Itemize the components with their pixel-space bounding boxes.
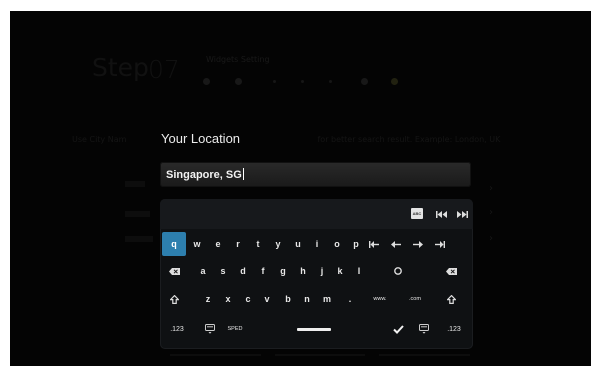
step-progress [195, 76, 405, 88]
key-period[interactable]: . [338, 287, 362, 311]
setting-row [125, 211, 150, 217]
location-dialog-title: Your Location [161, 131, 241, 146]
onscreen-keyboard: ABC q w e r t y u i o p a s d f g h j k … [160, 199, 473, 349]
shift-icon[interactable] [162, 287, 186, 311]
chevron-right-icon: › [489, 233, 493, 244]
progress-dot [301, 80, 304, 83]
progress-dot [273, 80, 276, 83]
progress-dot [203, 78, 210, 85]
globe-icon[interactable] [386, 259, 410, 283]
keyboard-icon[interactable] [198, 317, 222, 341]
key-q[interactable]: q [162, 232, 186, 256]
setting-row [125, 236, 153, 242]
abc-mode-key[interactable]: ABC [411, 208, 423, 219]
skip-forward-icon[interactable] [450, 202, 474, 226]
keyboard-toolbar [160, 199, 473, 229]
footer-links [170, 351, 471, 359]
text-caret [242, 168, 244, 180]
numbers-key-right[interactable]: .123 [439, 317, 469, 341]
progress-dot [329, 80, 332, 83]
arrow-left-icon[interactable] [384, 232, 408, 256]
backspace-icon[interactable] [162, 259, 186, 283]
com-key[interactable]: .com [400, 287, 430, 311]
step-title: Widgets Setting [206, 55, 270, 64]
location-input[interactable]: Singapore, SG [160, 162, 471, 187]
key-m[interactable]: m [315, 287, 339, 311]
progress-dot [235, 78, 242, 85]
shift-icon[interactable] [439, 287, 463, 311]
tab-back-icon[interactable] [362, 232, 386, 256]
www-key[interactable]: www. [365, 287, 395, 311]
setting-row [125, 181, 145, 187]
language-key[interactable]: SPED [222, 317, 248, 341]
checkmark-icon[interactable] [386, 317, 410, 341]
location-input-value[interactable]: Singapore, SG [166, 168, 244, 181]
numbers-key-left[interactable]: .123 [162, 317, 192, 341]
step-number: 07 [148, 55, 180, 84]
progress-dot [361, 78, 368, 85]
delete-icon[interactable] [439, 259, 463, 283]
chevron-right-icon: › [489, 183, 493, 194]
tv-screen: Step 07 Widgets Setting Use City Nam for… [10, 11, 591, 366]
keyboard-icon[interactable] [412, 317, 436, 341]
arrow-right-icon[interactable] [406, 232, 430, 256]
tab-forward-icon[interactable] [428, 232, 452, 256]
space-bar-key[interactable] [276, 317, 352, 341]
key-l[interactable]: l [347, 259, 371, 283]
location-hint: Use City Nam for better search result. E… [72, 135, 501, 144]
space-bar-icon [297, 327, 331, 331]
chevron-right-icon: › [489, 207, 493, 218]
progress-dot-active [391, 78, 398, 85]
step-label: Step [92, 53, 149, 82]
